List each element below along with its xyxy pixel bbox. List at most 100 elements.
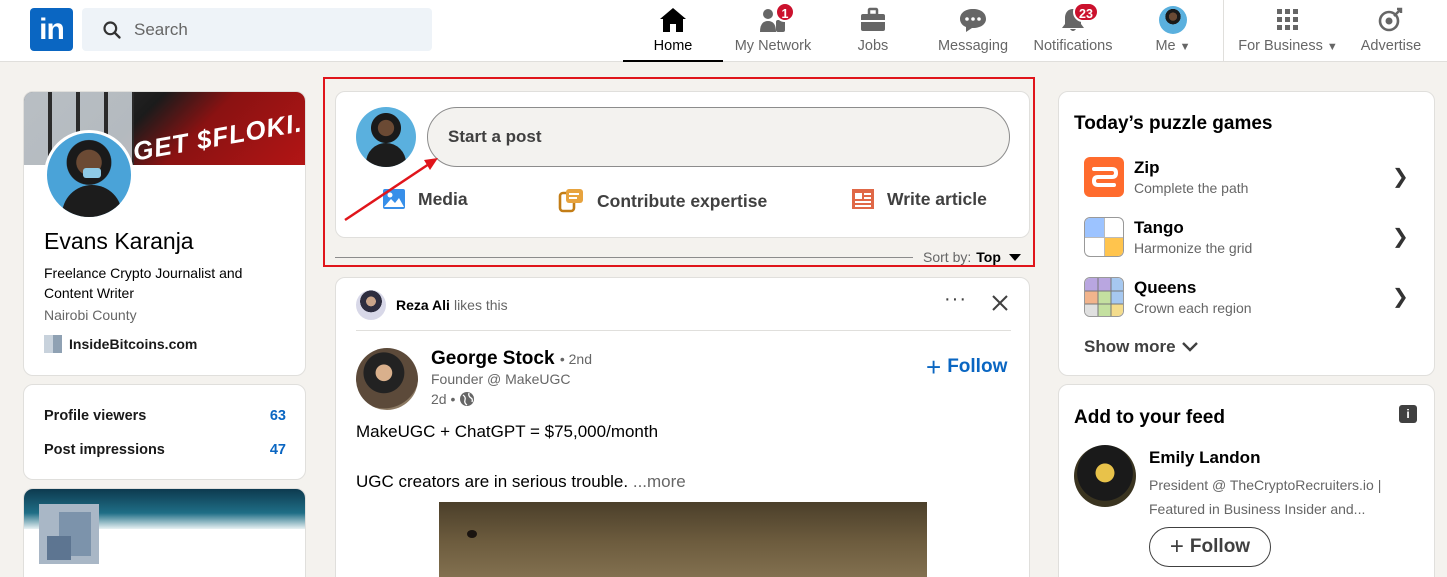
chevron-right-icon[interactable]: ❯ xyxy=(1392,224,1409,249)
contribute-expertise-button[interactable]: Contribute expertise xyxy=(557,188,767,214)
puzzles-title: Today’s puzzle games xyxy=(1074,113,1273,134)
me-avatar xyxy=(1159,6,1187,34)
chevron-right-icon[interactable]: ❯ xyxy=(1392,284,1409,309)
zip-game-icon xyxy=(1084,157,1124,197)
write-article-label: Write article xyxy=(887,188,987,209)
annotation-arrow-icon xyxy=(344,158,438,222)
more-options-icon[interactable]: ··· xyxy=(944,288,967,311)
advertise-icon xyxy=(1377,6,1405,34)
nav-notifications-label: Notifications xyxy=(1033,38,1113,54)
social-action: likes this xyxy=(453,297,508,313)
linkedin-logo[interactable]: in xyxy=(30,8,73,51)
profile-headline: Freelance Crypto Journalist and Content … xyxy=(44,265,243,301)
profile-company[interactable]: InsideBitcoins.com xyxy=(44,335,197,353)
liker-name[interactable]: Reza Ali xyxy=(396,297,450,313)
sort-dropdown[interactable]: Sort by: Top xyxy=(923,249,1021,265)
profile-viewers-row[interactable]: Profile viewers 63 xyxy=(44,408,286,424)
nav-advertise[interactable]: Advertise xyxy=(1358,0,1424,62)
nav-messaging-label: Messaging xyxy=(937,38,1009,54)
message-icon xyxy=(959,6,987,34)
author-avatar[interactable] xyxy=(356,348,418,410)
feed-post: Reza Ali likes this ··· George Stock • 2… xyxy=(335,277,1030,577)
game-name: Queens xyxy=(1134,278,1197,297)
stat-label: Post impressions xyxy=(44,442,165,458)
game-tango[interactable]: Tango Harmonize the grid xyxy=(1084,217,1252,257)
game-queens[interactable]: Queens Crown each region xyxy=(1084,277,1252,317)
suggestion-follow-button[interactable]: + Follow xyxy=(1149,527,1271,567)
grid-apps-icon xyxy=(1274,6,1302,34)
liker-avatar[interactable] xyxy=(356,290,386,320)
nav-my-network-label: My Network xyxy=(734,38,812,54)
profile-name[interactable]: Evans Karanja xyxy=(44,228,194,255)
chevron-down-icon: ▼ xyxy=(1179,41,1191,53)
nav-for-business[interactable]: For Business ▼ xyxy=(1236,0,1340,62)
queens-game-icon xyxy=(1084,277,1124,317)
nav-me[interactable]: Me ▼ xyxy=(1148,0,1198,62)
game-subtitle: Harmonize the grid xyxy=(1134,240,1253,256)
post-impressions-row[interactable]: Post impressions 47 xyxy=(44,442,286,458)
feed-title: Add to your feed xyxy=(1074,407,1225,428)
search-icon xyxy=(103,20,121,39)
company-logo-icon xyxy=(44,335,62,353)
sort-label: Sort by: xyxy=(923,249,972,265)
top-navigation-bar: in Home 1 My Network Jobs Messaging 23 xyxy=(0,0,1447,62)
game-subtitle: Complete the path xyxy=(1134,180,1249,196)
author-title: Founder @ MakeUGC xyxy=(431,371,571,387)
close-icon[interactable] xyxy=(991,294,1009,312)
expertise-icon xyxy=(558,189,583,213)
search-bar[interactable] xyxy=(82,8,432,51)
stat-label: Profile viewers xyxy=(44,408,147,424)
tango-game-icon xyxy=(1084,217,1124,257)
people-icon: 1 xyxy=(759,2,795,34)
network-badge: 1 xyxy=(775,2,795,22)
post-text-line: UGC creators are in serious trouble. xyxy=(356,472,629,491)
chevron-down-icon: ▼ xyxy=(1326,41,1338,53)
profile-card: GET $FLOKI. Evans Karanja Freelance Cryp… xyxy=(23,91,306,376)
contribute-expertise-label: Contribute expertise xyxy=(597,190,768,211)
post-text-line: MakeUGC + ChatGPT = $75,000/month xyxy=(356,422,659,441)
game-zip[interactable]: Zip Complete the path xyxy=(1084,157,1248,197)
nav-jobs[interactable]: Jobs xyxy=(843,0,903,62)
globe-icon xyxy=(460,392,475,406)
plus-icon: + xyxy=(926,352,942,382)
suggestion-name[interactable]: Emily Landon xyxy=(1149,448,1260,468)
nav-messaging[interactable]: Messaging xyxy=(935,0,1011,62)
see-more-link[interactable]: ...more xyxy=(633,472,686,491)
stat-value: 47 xyxy=(269,442,286,458)
page-logo[interactable] xyxy=(39,504,99,564)
game-name: Zip xyxy=(1134,158,1160,177)
puzzle-games-card: Today’s puzzle games Zip Complete the pa… xyxy=(1058,91,1435,376)
chevron-right-icon[interactable]: ❯ xyxy=(1392,164,1409,189)
stats-card: Profile viewers 63 Post impressions 47 xyxy=(23,384,306,480)
follow-button[interactable]: + Follow xyxy=(926,354,1007,380)
nav-divider xyxy=(1223,0,1224,62)
profile-location: Nairobi County xyxy=(44,307,137,323)
start-post-button[interactable]: Start a post xyxy=(427,107,1010,167)
nav-notifications[interactable]: 23 Notifications xyxy=(1029,0,1117,62)
search-input[interactable] xyxy=(134,19,414,40)
suggestion-avatar[interactable] xyxy=(1074,445,1136,507)
nav-my-network[interactable]: 1 My Network xyxy=(728,0,818,62)
suggestion-headline-line: President @ TheCryptoRecruiters.io | xyxy=(1149,477,1382,493)
game-name: Tango xyxy=(1134,218,1184,237)
briefcase-icon xyxy=(859,6,887,34)
notifications-badge: 23 xyxy=(1073,2,1099,22)
game-subtitle: Crown each region xyxy=(1134,300,1252,316)
bell-icon: 23 xyxy=(1059,2,1099,34)
show-more-label: Show more xyxy=(1084,337,1176,356)
nav-advertise-label: Advertise xyxy=(1360,38,1422,54)
post-image[interactable] xyxy=(439,502,927,577)
show-more-button[interactable]: Show more xyxy=(1084,337,1198,357)
profile-avatar[interactable] xyxy=(44,130,134,220)
sort-value: Top xyxy=(976,249,1001,265)
follow-label: Follow xyxy=(947,356,1008,377)
profile-company-name: InsideBitcoins.com xyxy=(69,336,198,352)
author-name[interactable]: George Stock xyxy=(431,348,555,369)
chevron-down-icon xyxy=(1181,342,1198,352)
nav-jobs-label: Jobs xyxy=(857,38,889,54)
write-article-button[interactable]: Write article xyxy=(851,188,987,210)
nav-home[interactable]: Home xyxy=(623,0,723,62)
page-card xyxy=(23,488,306,577)
add-to-feed-card: Add to your feed i Emily Landon Presiden… xyxy=(1058,384,1435,577)
info-icon[interactable]: i xyxy=(1399,405,1417,423)
